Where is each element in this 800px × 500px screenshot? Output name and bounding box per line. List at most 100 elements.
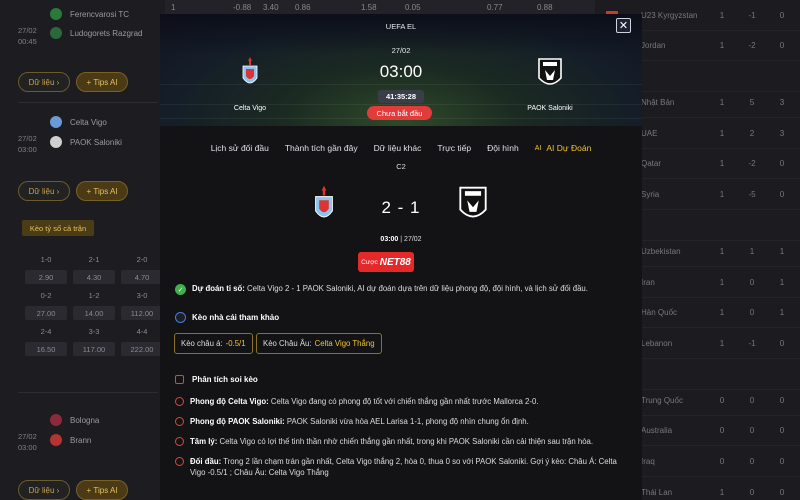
tips-ai-button[interactable]: + Tips AI [76,480,128,500]
odds-strip-value: 0.86 [295,3,311,12]
stat-value: 1 [719,128,725,138]
odds-strip-value: -0.88 [233,3,252,12]
data-button[interactable]: Dữ liệu › [18,181,70,201]
tab-other-data[interactable]: Dữ liệu khác [374,138,422,158]
stat-value: 0 [749,487,755,497]
odds-label: 4-4 [136,326,148,336]
stat-value: -5 [748,189,756,199]
target-icon [175,417,184,426]
odds-row: 0-2 1-2 3-0 [22,286,167,304]
data-button[interactable]: Dữ liệu › [18,72,70,92]
sponsor-button[interactable]: Cược NET88 [358,252,414,272]
team-row[interactable]: Ludogorets Razgrad [50,27,143,39]
asian-handicap-box[interactable]: Kèo châu á: -0.5/1 [174,333,253,354]
odds-value[interactable]: 27.00 [25,306,67,320]
predicted-score: 2 - 1 [381,198,421,217]
analysis-text: PAOK Saloniki vừa hòa AEL Larisa 1-1, ph… [286,417,529,426]
stat-value: 1 [719,40,725,50]
check-icon: ✓ [175,284,186,295]
odds-strip-value: 1.58 [361,3,377,12]
stat-value: 0 [749,456,755,466]
odds-row: 1-0 2-1 2-0 [22,250,167,268]
tips-ai-button[interactable]: + Tips AI [76,181,128,201]
bookie-section-title: Kèo nhà cái tham khảo [175,312,279,323]
stat-value: 0 [779,456,785,466]
screen: 27/02 00:45 Ferencvarosi TC Ludogorets R… [0,0,800,500]
tab-live[interactable]: Trực tiếp [437,138,471,158]
analysis-label: Phong độ Celta Vigo: [190,397,269,406]
odds-value[interactable]: 4.30 [73,270,115,284]
team-row[interactable]: Celta Vigo [50,116,107,128]
team-row[interactable]: Brann [50,434,91,446]
odds-value[interactable]: 112.00 [121,306,163,320]
analysis-item: Phong độ PAOK Saloniki: PAOK Saloniki vừ… [175,416,623,427]
team-row[interactable]: Ferencvarosi TC [50,8,129,20]
settings-icon [175,312,186,323]
analysis-text: Trong 2 lần chạm trán gần nhất, Celta Vi… [190,457,617,477]
stat-value: 0 [779,425,785,435]
tips-ai-label: Tips AI [93,186,118,196]
tab-lineup[interactable]: Đội hình [487,138,519,158]
section-title-text: Phân tích soi kèo [192,375,258,384]
analysis-item: Tâm lý: Celta Vigo có lợi thế tinh thần … [175,436,623,447]
tips-ai-label: Tips AI [93,485,118,495]
odds-label: 3-3 [88,326,100,336]
stat-value: 0 [779,10,785,20]
odds-label: 0-2 [40,290,52,300]
data-button-label: Dữ liệu [28,186,55,196]
analysis-item: Đối đầu: Trong 2 lần chạm trán gần nhất,… [175,456,623,478]
stat-value: 0 [779,189,785,199]
stat-value: 1 [719,189,725,199]
stat-value: 1 [719,338,725,348]
tips-ai-button[interactable]: + Tips AI [76,72,128,92]
stat-value: 2 [749,128,755,138]
asian-value: -0.5/1 [225,339,246,348]
kickoff-info: 03:00 | 27/02 [160,236,642,243]
stat-value: 1 [719,97,725,107]
section-title-text: Kèo nhà cái tham khảo [192,313,280,322]
european-odds-box[interactable]: Kèo Châu Âu: Celta Vigo Thắng [256,333,382,354]
correct-score-odds-tab[interactable]: Kèo tỷ số cả trận [22,220,94,236]
odds-value[interactable]: 4.70 [121,270,163,284]
pitch-line [160,84,642,85]
match-detail-modal: ✕ UEFA EL 27/02 03:00 41:35:28 Chưa bắt … [160,14,642,500]
team-crest-icon [50,434,62,446]
stat-value: 1 [719,10,725,20]
prediction-label: Dự đoán tỉ số: [192,284,245,293]
odds-value[interactable]: 117.00 [73,342,115,356]
odds-value[interactable]: 14.00 [73,306,115,320]
odds-value[interactable]: 222.00 [121,342,163,356]
data-button[interactable]: Dữ liệu › [18,480,70,500]
team-crest-icon [50,136,62,148]
team-crest-icon [50,27,62,39]
match-date: 27/02 [391,46,411,55]
kickoff-date: | 27/02 [400,236,422,243]
tab-recent-form[interactable]: Thành tích gần đây [285,138,358,158]
stat-value: 0 [719,456,725,466]
home-team-name: Celta Vigo [233,105,267,112]
odds-strip-value: 0.05 [405,3,421,12]
tab-ai-prediction[interactable]: AI AI Dự Đoán [535,138,592,158]
analysis-item: Phong độ Celta Vigo: Celta Vigo đang có … [175,396,623,407]
team-row[interactable]: Bologna [50,414,99,426]
divider [18,392,158,393]
team-row[interactable]: PAOK Saloniki [50,136,122,148]
sponsor-logo: NET88 [379,256,411,268]
stat-value: 0 [779,487,785,497]
stat-value: 1 [719,487,725,497]
close-button[interactable]: ✕ [616,18,631,33]
analysis-text: Celta Vigo có lợi thế tinh thần nhờ chiế… [219,437,594,446]
team-name: Brann [70,435,92,445]
stat-value: 1 [749,246,755,256]
tab-head-to-head[interactable]: Lịch sử đối đầu [211,138,269,158]
team-name: Ferencvarosi TC [70,9,129,19]
odds-value[interactable]: 16.50 [25,342,67,356]
odds-value[interactable]: 2.90 [25,270,67,284]
competition-round: C2 [396,162,406,171]
stat-value: 1 [779,307,785,317]
team-name: Bologna [70,415,100,425]
team-crest-icon [50,414,62,426]
match-time: 03:00 [379,62,423,81]
match-list-panel: 27/02 00:45 Ferencvarosi TC Ludogorets R… [0,0,165,500]
stat-value: 5 [749,97,755,107]
